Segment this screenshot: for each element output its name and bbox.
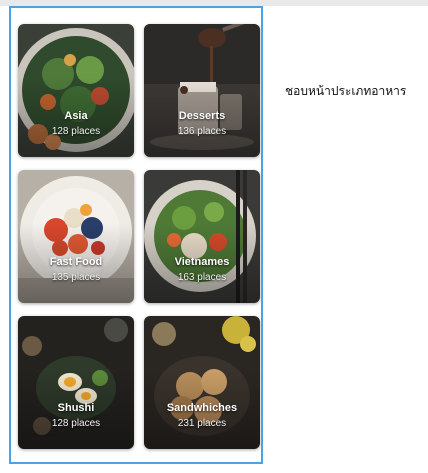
category-count: 135 places bbox=[51, 272, 101, 283]
side-annotation-label: ชอบหน้าประเภทอาหาร bbox=[285, 84, 407, 98]
category-count: 128 places bbox=[51, 418, 101, 429]
phone-frame: Asia 128 places Desserts 136 places Fast… bbox=[9, 6, 263, 464]
category-name: Asia bbox=[64, 110, 88, 122]
category-card-partial[interactable] bbox=[18, 463, 134, 464]
card-shade bbox=[18, 316, 134, 449]
card-shade bbox=[144, 24, 260, 157]
category-card-sandwhiches[interactable]: Sandwhiches 231 places bbox=[144, 316, 260, 449]
category-count: 128 places bbox=[51, 126, 101, 137]
category-card-desserts[interactable]: Desserts 136 places bbox=[144, 24, 260, 157]
category-count: 136 places bbox=[177, 126, 227, 137]
category-count: 231 places bbox=[177, 418, 227, 429]
category-card-partial[interactable] bbox=[144, 463, 260, 464]
card-shade bbox=[144, 170, 260, 303]
category-name: Sandwhiches bbox=[166, 402, 238, 414]
category-name: Fast Food bbox=[49, 256, 103, 268]
category-count: 163 places bbox=[177, 272, 227, 283]
category-name: Vietnames bbox=[174, 256, 230, 268]
category-card-asia[interactable]: Asia 128 places bbox=[18, 24, 134, 157]
card-shade bbox=[144, 316, 260, 449]
category-card-vietnames[interactable]: Vietnames 163 places bbox=[144, 170, 260, 303]
card-shade bbox=[18, 170, 134, 303]
category-name: Desserts bbox=[178, 110, 226, 122]
category-card-shushi[interactable]: Shushi 128 places bbox=[18, 316, 134, 449]
card-shade bbox=[18, 24, 134, 157]
category-name: Shushi bbox=[57, 402, 95, 414]
category-card-fast-food[interactable]: Fast Food 135 places bbox=[18, 170, 134, 303]
